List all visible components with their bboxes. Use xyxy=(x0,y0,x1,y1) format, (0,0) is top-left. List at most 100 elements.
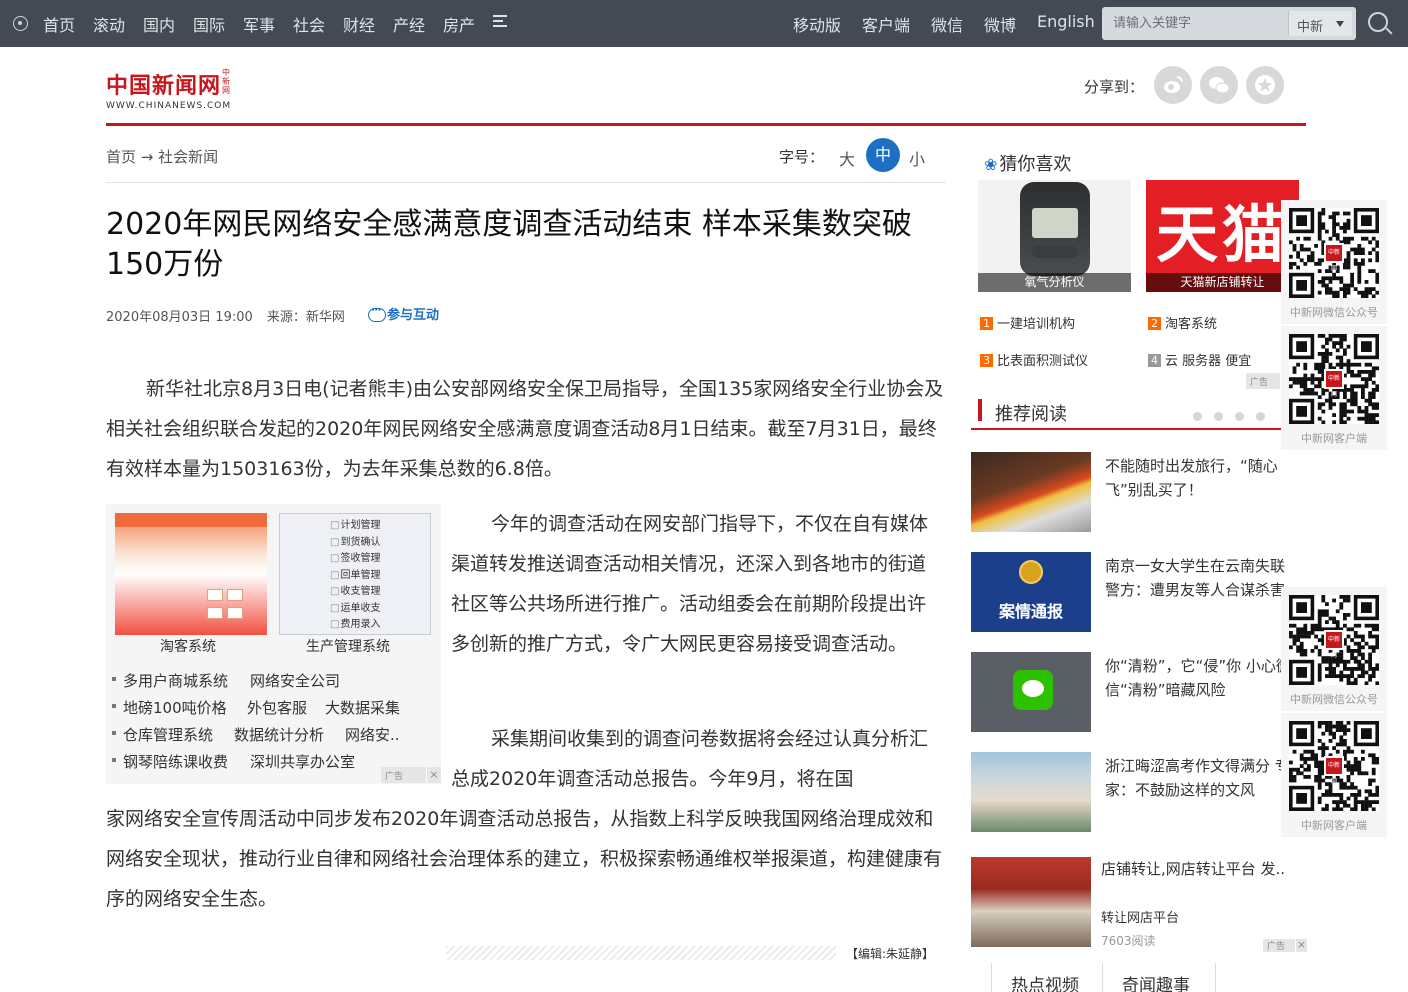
rank-text: 淘客系统 xyxy=(1165,317,1218,332)
breadcrumb-arrow: → xyxy=(140,148,154,166)
breadcrumb: 首页 → 社会新闻 xyxy=(106,146,218,167)
tree-item: 收支管理 xyxy=(330,584,380,601)
side-ad-thumbnail xyxy=(971,857,1091,947)
search-scope-select[interactable]: 中新 xyxy=(1288,11,1352,36)
more-menu-icon[interactable] xyxy=(493,15,507,27)
bullet-icon xyxy=(112,704,116,708)
thumbnail-label: 案情通报 xyxy=(998,602,1063,621)
share-wechat-button[interactable] xyxy=(1200,66,1238,104)
side-ad-reads: 7603阅读 xyxy=(1101,934,1156,948)
guess-rank-item[interactable]: 1 一建培训机构 xyxy=(980,313,1075,332)
tree-item: 计划管理 xyxy=(330,518,380,535)
rank-number: 4 xyxy=(1148,354,1161,367)
nav-link-military[interactable]: 军事 xyxy=(243,12,275,36)
ad-link[interactable]: 多用户商城系统 xyxy=(123,670,228,691)
article-meta: 2020年08月03日 19:00 来源：新华网 xyxy=(106,306,355,325)
home-icon[interactable] xyxy=(13,16,28,31)
nav-link-international[interactable]: 国际 xyxy=(193,12,225,36)
nav-link-finance[interactable]: 财经 xyxy=(343,12,375,36)
ad-link[interactable]: 仓库管理系统 xyxy=(123,724,213,745)
rank-number: 3 xyxy=(980,354,993,367)
side-ad-title[interactable]: 店铺转让,网店转让平台 发.. xyxy=(1101,858,1285,879)
ad-link[interactable]: 钢琴陪练课收费 xyxy=(123,751,228,772)
tab-hot-video[interactable]: 热点视频 xyxy=(1011,971,1079,992)
comment-link[interactable]: 参与互动 xyxy=(368,303,440,323)
nav-link-wechat[interactable]: 微信 xyxy=(931,12,963,36)
share-weibo-button[interactable] xyxy=(1154,66,1192,104)
search-box: 中新 xyxy=(1102,7,1356,40)
ad-link[interactable]: 地磅100吨价格 xyxy=(123,697,227,718)
ad-tag: 广告 × xyxy=(381,767,441,783)
qr-caption: 中新网客户端 xyxy=(1301,432,1367,445)
ad-tag: 广告 xyxy=(1246,373,1280,389)
tab-oddities[interactable]: 奇闻趣事 xyxy=(1122,971,1190,992)
nav-link-society[interactable]: 社会 xyxy=(293,12,325,36)
recommend-item-title: 浙江晦涩高考作文得满分 专家：不鼓励这样的文风 xyxy=(1105,757,1290,799)
nav-link-realestate[interactable]: 房产 xyxy=(443,12,475,36)
nav-link-scroll[interactable]: 滚动 xyxy=(93,12,125,36)
comment-link-label: 参与互动 xyxy=(387,308,440,323)
guess-rank-item[interactable]: 4 云 服务器 便宜 xyxy=(1148,350,1251,369)
qr-code-image: 中新网 xyxy=(1289,721,1379,811)
article-date: 2020年08月03日 19:00 xyxy=(106,310,253,325)
ad-link[interactable]: 外包客服 xyxy=(247,697,307,718)
nav-link-weibo[interactable]: 微博 xyxy=(984,12,1016,36)
ad-link[interactable]: 深圳共享办公室 xyxy=(250,751,355,772)
nav-link-domestic[interactable]: 国内 xyxy=(143,12,175,36)
ad-image-taoke[interactable] xyxy=(115,513,267,635)
article-paragraph: 采集期间收集到的调查问卷数据将会经过认真分析汇总成2020年调查活动总报告。今年… xyxy=(451,728,929,790)
ad-link[interactable]: 数据统计分析 xyxy=(234,724,324,745)
ad-link[interactable]: 网络安.. xyxy=(345,724,400,745)
carousel-dots[interactable] xyxy=(1193,406,1277,425)
breadcrumb-home[interactable]: 首页 xyxy=(106,148,136,166)
search-icon[interactable] xyxy=(1368,12,1388,32)
share-favorite-button[interactable] xyxy=(1246,66,1284,104)
tmall-logo-text: 天猫 xyxy=(1156,198,1289,271)
wechat-icon xyxy=(1209,77,1230,94)
search-input[interactable] xyxy=(1102,7,1288,40)
tree-item: 费用录入 xyxy=(330,617,380,634)
article-paragraph: 今年的调查活动在网安部门指导下，不仅在自有媒体渠道转发推送调查活动相关情况，还深… xyxy=(451,513,929,655)
ad-caption-production[interactable]: 生产管理系统 xyxy=(306,636,390,656)
qr-wechat-account[interactable]: 中新网 中新网微信公众号 xyxy=(1281,587,1387,711)
breadcrumb-section[interactable]: 社会新闻 xyxy=(158,148,218,166)
qr-client-app[interactable]: 中新网 中新网客户端 xyxy=(1281,326,1387,450)
recommend-item[interactable]: 不能随时出发旅行，“随心飞”别乱买了！ xyxy=(971,452,1307,532)
recommend-item[interactable]: 浙江晦涩高考作文得满分 专家：不鼓励这样的文风 xyxy=(971,752,1307,832)
ad-caption-taoke[interactable]: 淘客系统 xyxy=(160,636,216,656)
font-size-label: 字号： xyxy=(779,148,825,166)
chevron-down-icon xyxy=(1336,21,1344,27)
ad-image-production[interactable]: 计划管理 到货确认 签收管理 回单管理 收支管理 运单收支 费用录入 xyxy=(279,513,431,635)
recommend-item[interactable]: 你“清粉”，它“侵”你 小心微信“清粉”暗藏风险 xyxy=(971,652,1307,732)
qr-wechat-account[interactable]: 中新网 中新网微信公众号 xyxy=(1281,200,1387,324)
guess-image-oxygen[interactable]: 氧气分析仪 xyxy=(978,180,1131,292)
rank-text: 云 服务器 便宜 xyxy=(1165,354,1252,369)
ad-tree-menu: 计划管理 到货确认 签收管理 回单管理 收支管理 运单收支 费用录入 xyxy=(330,518,380,634)
font-size-medium[interactable]: 中 xyxy=(866,138,900,172)
logo-vertical-text: 中新网 xyxy=(222,68,230,95)
nav-link-industry[interactable]: 产经 xyxy=(393,12,425,36)
nav-link-english[interactable]: English xyxy=(1037,12,1095,31)
guess-image-caption: 氧气分析仪 xyxy=(978,273,1131,292)
guess-title-text: 猜你喜欢 xyxy=(999,154,1072,175)
guess-image-tmall[interactable]: 天猫 天猫新店铺转让 xyxy=(1146,180,1299,292)
nav-link-mobile[interactable]: 移动版 xyxy=(793,12,841,36)
recommend-item[interactable]: 案情通报 南京一女大学生在云南失联 警方：遭男友等人合谋杀害 xyxy=(971,552,1307,632)
nav-link-home[interactable]: 首页 xyxy=(43,12,75,36)
font-size-small[interactable]: 小 xyxy=(909,146,925,170)
close-icon[interactable]: × xyxy=(1295,939,1307,952)
side-ad-subtitle: 转让网店平台 xyxy=(1101,911,1180,926)
ad-link[interactable]: 网络安全公司 xyxy=(250,670,340,691)
nav-link-client[interactable]: 客户端 xyxy=(862,12,910,36)
font-size-large[interactable]: 大 xyxy=(839,146,855,170)
breadcrumb-divider xyxy=(106,182,946,183)
qr-code-image: 中新网 xyxy=(1289,334,1379,424)
qr-caption: 中新网微信公众号 xyxy=(1290,306,1378,319)
ad-link[interactable]: 大数据采集 xyxy=(325,697,400,718)
guess-rank-item[interactable]: 2 淘客系统 xyxy=(1148,313,1217,332)
qr-client-app[interactable]: 中新网 中新网客户端 xyxy=(1281,713,1387,837)
guess-rank-item[interactable]: 3 比表面积测试仪 xyxy=(980,350,1088,369)
ad-tag: 广告 × xyxy=(1263,939,1307,952)
close-icon[interactable]: × xyxy=(426,767,441,783)
site-logo[interactable]: 中国新闻网 WWW.CHINANEWS.COM 中新网 xyxy=(106,68,231,111)
